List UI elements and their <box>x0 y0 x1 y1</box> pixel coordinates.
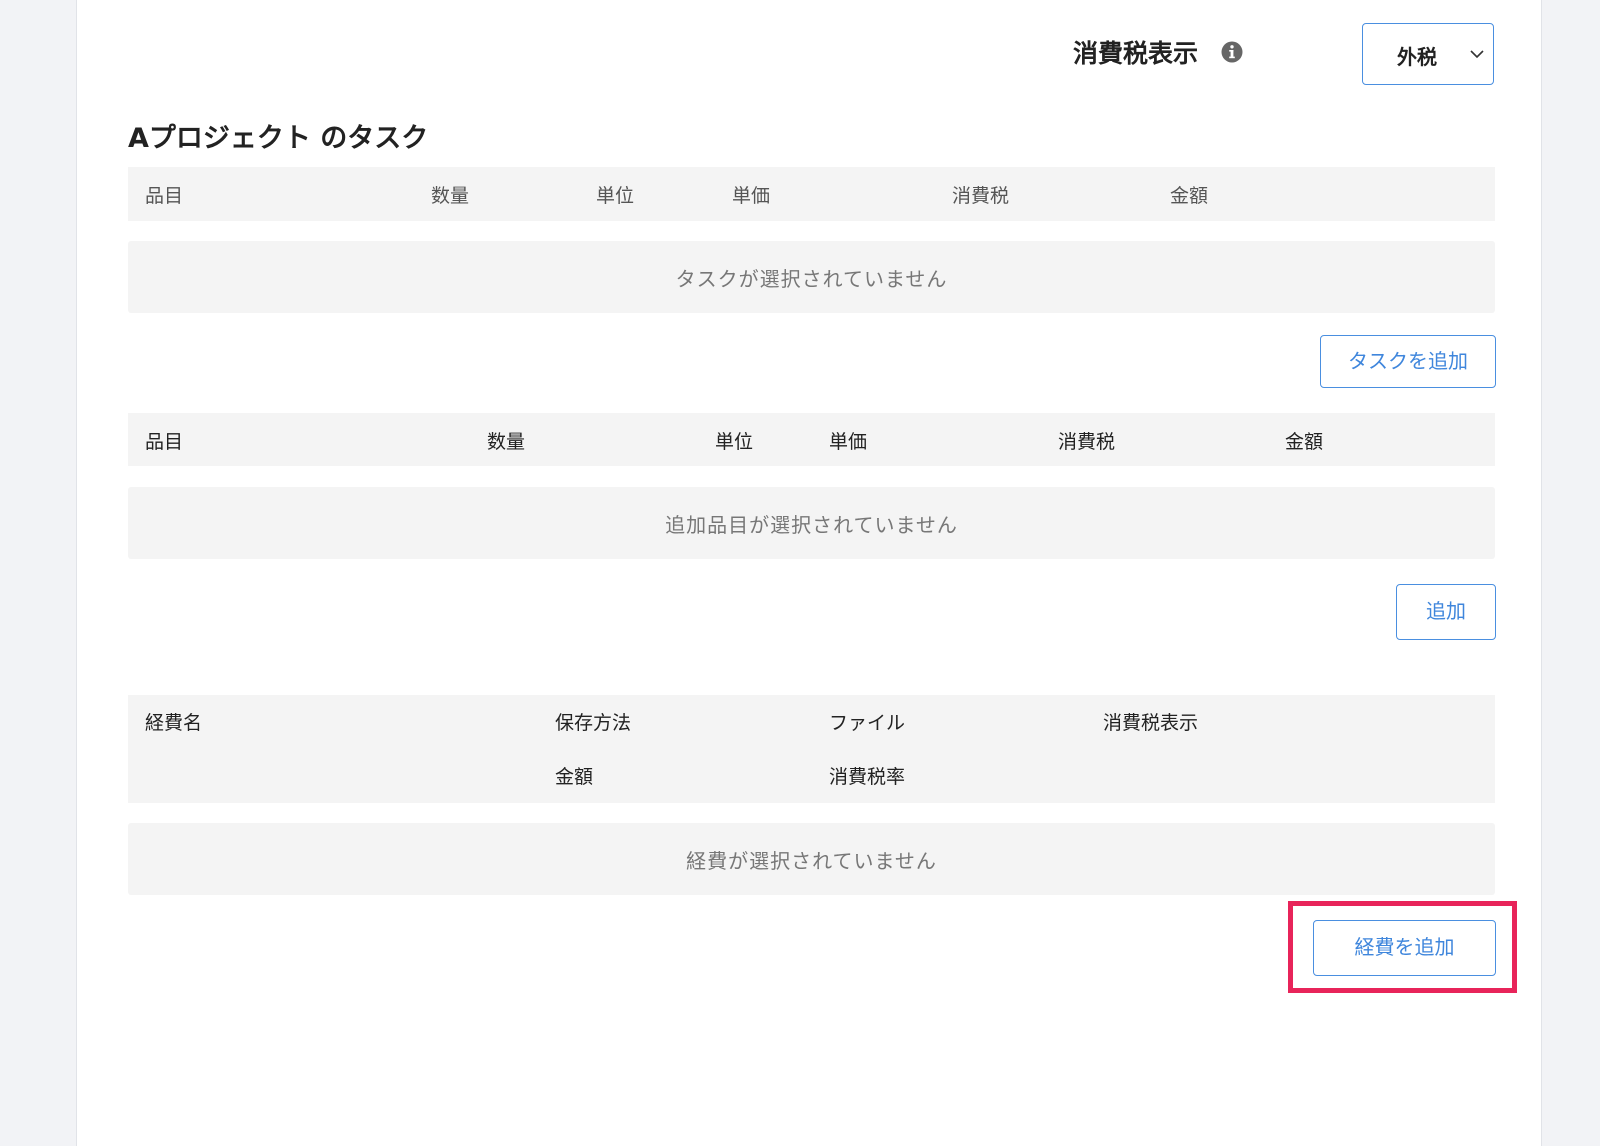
highlight-box <box>1288 901 1517 993</box>
info-icon[interactable] <box>1221 41 1243 63</box>
item-empty-row: 追加品目が選択されていません <box>128 487 1495 559</box>
tax-display-select[interactable]: 外税 <box>1362 23 1494 85</box>
item-empty-message: 追加品目が選択されていません <box>665 513 958 537</box>
item-table-header: 品目 数量 単位 単価 消費税 金額 <box>128 413 1495 466</box>
column-header-amount: 金額 <box>555 766 594 788</box>
column-header-tax: 消費税 <box>1058 431 1116 453</box>
task-section-title: Aプロジェクト のタスク <box>128 123 429 154</box>
column-header-item: 品目 <box>145 431 184 453</box>
task-empty-row: タスクが選択されていません <box>128 241 1495 313</box>
expense-empty-row: 経費が選択されていません <box>128 823 1495 895</box>
column-header-tax: 消費税 <box>952 185 1010 207</box>
column-header-file: ファイル <box>829 712 906 734</box>
column-header-storage-method: 保存方法 <box>555 712 632 734</box>
column-header-amount: 金額 <box>1170 185 1209 207</box>
add-item-button[interactable]: 追加 <box>1396 584 1496 640</box>
column-header-amount: 金額 <box>1285 431 1324 453</box>
expense-empty-message: 経費が選択されていません <box>686 849 937 873</box>
expense-table-header: 経費名 保存方法 ファイル 消費税表示 金額 消費税率 <box>128 695 1495 803</box>
column-header-tax-rate: 消費税率 <box>829 766 906 788</box>
column-header-quantity: 数量 <box>431 185 470 207</box>
column-header-expense-name: 経費名 <box>145 712 203 734</box>
task-empty-message: タスクが選択されていません <box>675 267 948 291</box>
column-header-unit-price: 単価 <box>732 185 771 207</box>
chevron-down-icon <box>1470 50 1484 59</box>
tax-display-select-value: 外税 <box>1397 45 1437 69</box>
column-header-item: 品目 <box>145 185 184 207</box>
column-header-unit: 単位 <box>596 185 635 207</box>
task-table-header: 品目 数量 単位 単価 消費税 金額 <box>128 167 1495 221</box>
tax-display-label: 消費税表示 <box>1073 39 1199 68</box>
add-task-button[interactable]: タスクを追加 <box>1320 335 1496 388</box>
column-header-unit-price: 単価 <box>829 431 868 453</box>
column-header-tax-display: 消費税表示 <box>1103 712 1199 734</box>
column-header-unit: 単位 <box>715 431 754 453</box>
column-header-quantity: 数量 <box>487 431 526 453</box>
